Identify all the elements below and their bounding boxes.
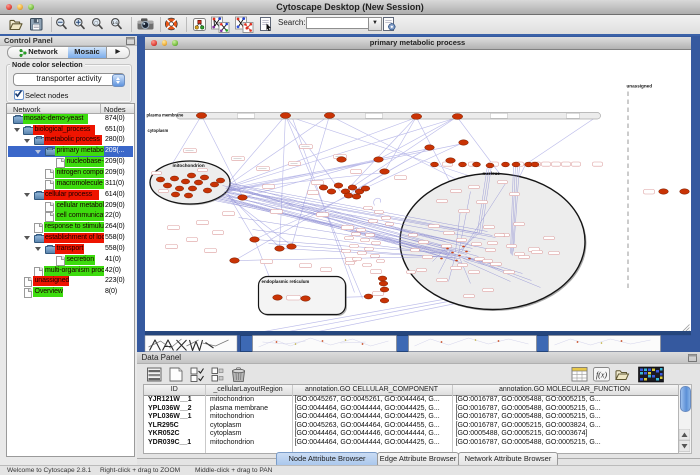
svg-text:plasma membrane: plasma membrane [146,112,183,117]
svg-text:▢: ▢ [94,20,98,25]
svg-text:1:1: 1:1 [113,21,119,25]
svg-text:mitochondrion: mitochondrion [172,163,204,168]
svg-text:cytoplasm: cytoplasm [147,128,168,133]
svg-text:f(x): f(x) [595,371,606,380]
svg-text:endoplasmic reticulum: endoplasmic reticulum [261,279,309,284]
svg-text:unassigned: unassigned [626,83,652,88]
svg-text:nucleus: nucleus [482,171,500,176]
